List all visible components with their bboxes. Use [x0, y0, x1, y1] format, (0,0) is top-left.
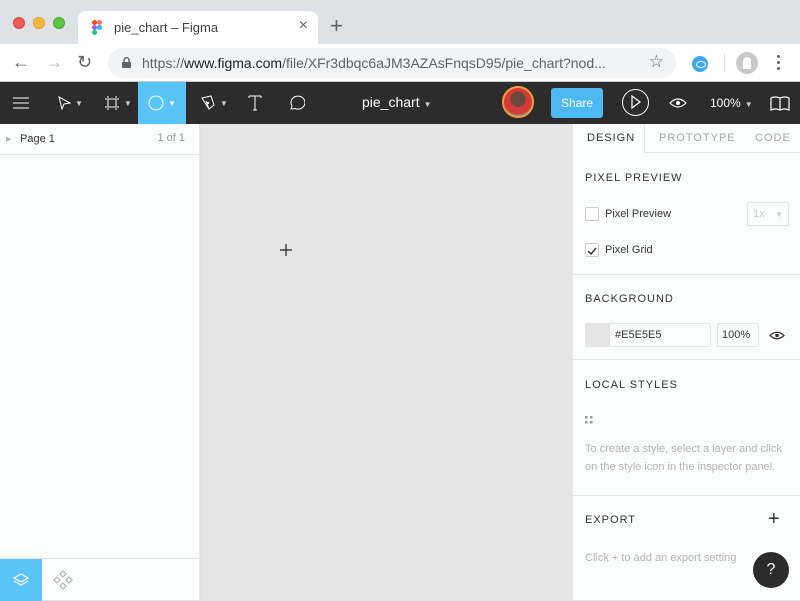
close-window-button[interactable] — [13, 17, 25, 29]
layers-icon — [13, 573, 29, 586]
browser-menu-icon[interactable] — [777, 55, 781, 71]
url-text[interactable]: https://www.figma.com/file/XFr3dbqc6aJM3… — [142, 55, 606, 71]
forward-button[interactable]: → — [45, 52, 63, 72]
hex-value: #E5E5E5 — [615, 329, 662, 341]
address-bar[interactable]: https://www.figma.com/file/XFr3dbqc6aJM3… — [108, 48, 676, 78]
present-button[interactable] — [622, 89, 649, 116]
visibility-eye-icon[interactable] — [769, 330, 785, 341]
pen-tool-button[interactable]: ▼ — [194, 82, 234, 124]
library-book-icon[interactable] — [770, 96, 790, 111]
components-icon — [53, 570, 73, 590]
browser-toolbar: ← → ↻ https://www.figma.com/file/XFr3dbq… — [0, 44, 800, 82]
section-title: BACKGROUND — [585, 293, 674, 305]
tab-prototype[interactable]: PROTOTYPE — [659, 132, 736, 144]
view-settings-eye-icon[interactable] — [669, 96, 687, 110]
file-name[interactable]: pie_chart ▼ — [362, 94, 432, 110]
text-tool-button[interactable] — [240, 82, 270, 124]
section-title: EXPORT — [585, 514, 637, 526]
pixel-grid-label: Pixel Grid — [605, 244, 653, 256]
frame-icon — [105, 96, 120, 110]
layers-tab[interactable] — [0, 559, 42, 601]
play-icon — [631, 94, 641, 110]
background-color-input[interactable]: #E5E5E5 — [585, 323, 711, 347]
toolbar-divider — [724, 54, 725, 72]
add-export-button[interactable]: + — [768, 508, 780, 531]
figma-toolbar: ▼ ▼ ▼ ▼ pie_chart ▼ Share 100% ▼ — [0, 82, 800, 124]
pixel-grid-checkbox[interactable] — [585, 243, 599, 257]
ellipse-tool-button[interactable]: ▼ — [138, 82, 186, 124]
chevron-down-icon: ▼ — [168, 98, 176, 108]
chevron-down-icon: ▼ — [124, 98, 132, 108]
help-button[interactable]: ? — [753, 552, 789, 588]
local-styles-section: LOCAL STYLES To create a style, select a… — [573, 360, 800, 496]
url-scheme: https:// — [142, 55, 185, 71]
page-selector[interactable]: ▶ Page 1 1 of 1 — [0, 124, 199, 155]
user-avatar[interactable] — [502, 86, 534, 118]
chevron-down-icon: ▼ — [423, 100, 432, 109]
opacity-input[interactable]: 100% — [717, 323, 759, 347]
frame-tool-button[interactable]: ▼ — [98, 82, 138, 124]
profile-avatar-icon[interactable] — [736, 52, 758, 74]
share-button[interactable]: Share — [551, 88, 603, 118]
hamburger-icon — [13, 97, 29, 109]
chevron-down-icon: ▼ — [744, 100, 753, 109]
chevron-down-icon: ▼ — [220, 98, 228, 108]
text-icon — [248, 95, 262, 111]
comment-icon — [290, 95, 305, 110]
pixel-preview-scale-dropdown[interactable]: 1x ▼ — [747, 202, 789, 226]
section-title: LOCAL STYLES — [585, 379, 678, 391]
background-section: BACKGROUND #E5E5E5 100% — [573, 275, 800, 360]
zoom-level-dropdown[interactable]: 100% ▼ — [710, 96, 753, 110]
move-tool-button[interactable]: ▼ — [50, 82, 90, 124]
styles-grid-icon — [585, 416, 593, 424]
chevron-down-icon: ▼ — [775, 210, 783, 219]
new-tab-button[interactable]: + — [330, 15, 343, 37]
canvas[interactable] — [201, 124, 572, 600]
chevron-down-icon: ▼ — [75, 98, 83, 108]
ellipse-icon — [148, 95, 164, 111]
left-panel-tabs — [0, 558, 200, 601]
comment-tool-button[interactable] — [280, 82, 312, 124]
expand-arrow-icon[interactable]: ▶ — [6, 135, 11, 143]
back-button[interactable]: ← — [12, 52, 30, 72]
bookmark-star-icon[interactable]: ☆ — [649, 52, 664, 72]
layers-panel: ▶ Page 1 1 of 1 — [0, 124, 200, 601]
tab-code[interactable]: CODE — [755, 132, 791, 144]
pixel-preview-section: PIXEL PREVIEW Pixel Preview 1x ▼ Pixel Gr… — [573, 153, 800, 275]
main-menu-button[interactable] — [0, 82, 42, 124]
page-name: Page 1 — [20, 133, 55, 145]
url-host: www.figma.com — [184, 55, 283, 71]
reload-button[interactable]: ↻ — [77, 52, 92, 72]
pixel-preview-checkbox[interactable] — [585, 207, 599, 221]
tab-design[interactable]: DESIGN — [587, 132, 635, 144]
lock-icon — [122, 57, 131, 68]
file-name-text: pie_chart — [362, 94, 420, 110]
figma-logo-icon — [92, 20, 102, 35]
scale-value: 1x — [753, 208, 765, 220]
properties-tabs: DESIGN PROTOTYPE CODE — [573, 124, 800, 153]
color-swatch[interactable] — [586, 324, 610, 346]
close-tab-icon[interactable]: × — [299, 17, 308, 35]
page-count: 1 of 1 — [157, 132, 185, 144]
crosshair-cursor-icon — [280, 244, 292, 256]
pixel-preview-label: Pixel Preview — [605, 208, 672, 220]
url-path: /file/XFr3dbqc6aJM3AZAsFnqsD95/pie_chart… — [282, 55, 606, 71]
browser-tab[interactable]: pie_chart – Figma × — [78, 11, 318, 44]
browser-tab-strip: pie_chart – Figma × + — [0, 0, 800, 44]
cursor-arrow-icon — [58, 96, 72, 110]
properties-panel: DESIGN PROTOTYPE CODE PIXEL PREVIEW Pixe… — [572, 124, 800, 600]
maximize-window-button[interactable] — [53, 17, 65, 29]
local-styles-hint: To create a style, select a layer and cl… — [585, 443, 782, 473]
export-hint: Click + to add an export setting — [585, 552, 737, 564]
extension-eye-icon[interactable] — [692, 56, 708, 72]
pen-icon — [201, 95, 215, 110]
components-tab[interactable] — [52, 569, 74, 591]
minimize-window-button[interactable] — [33, 17, 45, 29]
checkmark-icon — [587, 247, 597, 256]
zoom-level-value: 100% — [710, 96, 741, 110]
tab-title: pie_chart – Figma — [114, 20, 219, 35]
section-title: PIXEL PREVIEW — [585, 172, 683, 184]
